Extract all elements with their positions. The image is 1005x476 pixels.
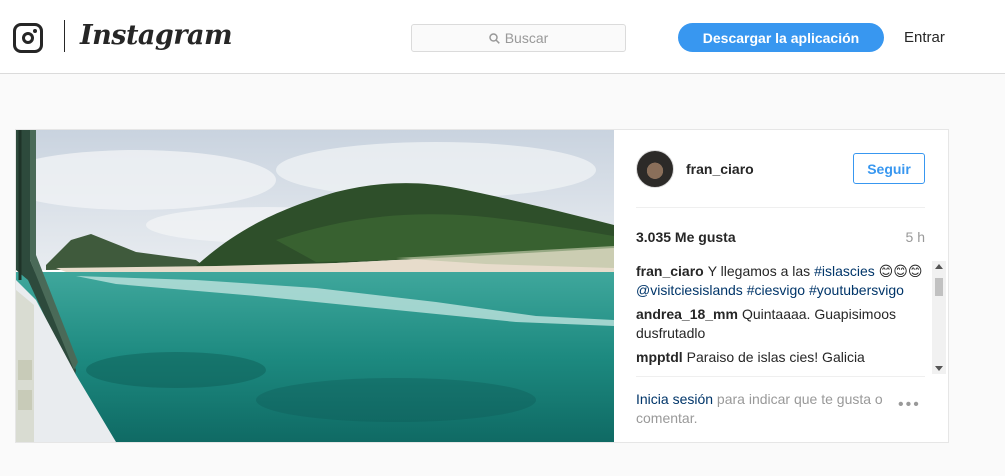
mention-link[interactable]: @visitciesislands bbox=[636, 282, 743, 298]
follow-button[interactable]: Seguir bbox=[853, 153, 925, 184]
comment-item: fran_ciaro Y llegamos a las #islascies 😊😊… bbox=[636, 262, 930, 300]
post-author-username[interactable]: fran_ciaro bbox=[686, 161, 754, 177]
top-navigation-bar: Instagram Buscar Descargar la aplicación… bbox=[0, 0, 1005, 74]
post-photo[interactable] bbox=[16, 130, 614, 442]
comment-username[interactable]: andrea_18_mm bbox=[636, 306, 738, 322]
comment-item: mpptdl Paraiso de islas cies! Galicia bbox=[636, 348, 930, 367]
comment-item: andrea_18_mm Quintaaaa. Guapisimoos dusfr… bbox=[636, 305, 930, 343]
search-placeholder: Buscar bbox=[504, 30, 549, 46]
logo-divider bbox=[64, 20, 65, 52]
login-prompt: Inicia sesión para indicar que te gusta … bbox=[636, 390, 896, 428]
camera-lens-shape bbox=[22, 32, 34, 44]
login-link[interactable]: Entrar bbox=[904, 29, 945, 46]
post-card: fran_ciaro Seguir 3.035 Me gusta 5 h fra… bbox=[15, 129, 949, 443]
login-prompt-link[interactable]: Inicia sesión bbox=[636, 391, 713, 407]
instagram-wordmark[interactable]: Instagram bbox=[80, 20, 233, 51]
search-icon bbox=[488, 32, 500, 44]
avatar[interactable] bbox=[636, 150, 674, 188]
comments-scrollbar[interactable] bbox=[932, 261, 946, 374]
scroll-up-arrow-icon[interactable] bbox=[935, 264, 943, 269]
scroll-down-arrow-icon[interactable] bbox=[935, 366, 943, 371]
scrollbar-thumb[interactable] bbox=[935, 278, 943, 296]
divider bbox=[636, 207, 925, 208]
comment-text: 😊😊😊 bbox=[874, 263, 923, 279]
comment-text: Paraiso de islas cies! Galicia bbox=[686, 349, 865, 365]
post-time[interactable]: 5 h bbox=[906, 229, 925, 245]
comment-list: fran_ciaro Y llegamos a las #islascies 😊😊… bbox=[636, 262, 930, 374]
likes-count[interactable]: 3.035 Me gusta bbox=[636, 229, 736, 245]
comment-username[interactable]: mpptdl bbox=[636, 349, 683, 365]
search-input[interactable]: Buscar bbox=[411, 24, 626, 52]
divider bbox=[636, 376, 925, 377]
more-options-icon[interactable]: ••• bbox=[898, 396, 921, 414]
instagram-camera-icon[interactable] bbox=[13, 23, 43, 53]
hashtag-link[interactable]: #islascies bbox=[814, 263, 875, 279]
download-app-button[interactable]: Descargar la aplicación bbox=[678, 23, 884, 52]
comment-text: Y llegamos a las bbox=[707, 263, 815, 279]
post-sidebar: fran_ciaro Seguir 3.035 Me gusta 5 h fra… bbox=[614, 130, 948, 442]
camera-flash-dot bbox=[33, 29, 37, 33]
hashtag-link[interactable]: #ciesvigo bbox=[747, 282, 805, 298]
beach-photo bbox=[16, 130, 614, 442]
hashtag-link[interactable]: #youtubersvigo bbox=[809, 282, 904, 298]
comment-username[interactable]: fran_ciaro bbox=[636, 263, 704, 279]
